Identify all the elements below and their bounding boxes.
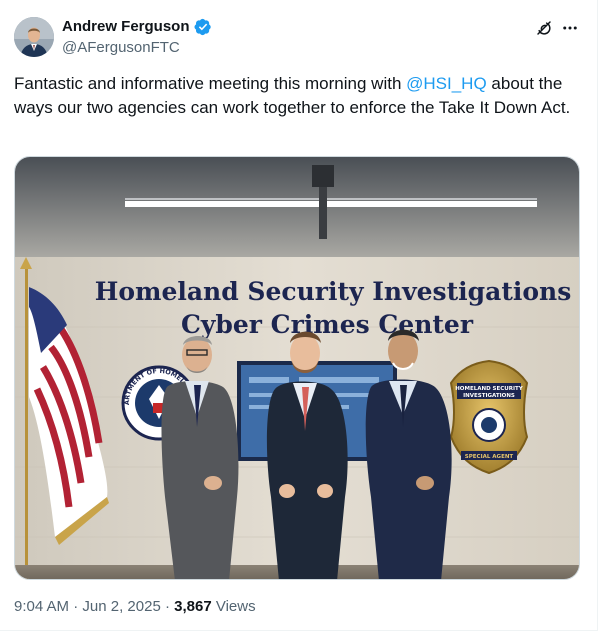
meta-separator: · bbox=[164, 598, 170, 615]
verified-badge-icon[interactable] bbox=[194, 18, 212, 36]
author-name-row: Andrew Ferguson bbox=[62, 17, 212, 37]
tweet-text-part: Fantastic and informative meeting this m… bbox=[14, 74, 407, 93]
badge-line1: HOMELAND SECURITY bbox=[455, 386, 524, 392]
wall-sign-line1: Homeland Security Investigations bbox=[95, 277, 572, 306]
grok-icon[interactable] bbox=[535, 19, 553, 37]
tweet-date: Jun 2, 2025 bbox=[82, 598, 161, 615]
views-label: Views bbox=[215, 598, 256, 615]
tweet-meta: 9:04 AM · Jun 2, 2025 · 3,867 Views bbox=[14, 597, 256, 617]
author-handle[interactable]: @AFergusonFTC bbox=[62, 38, 180, 58]
badge-line2: INVESTIGATIONS bbox=[463, 393, 515, 399]
badge-line3: SPECIAL AGENT bbox=[465, 454, 514, 460]
meta-separator: · bbox=[73, 598, 79, 615]
hsi-badge: HOMELAND SECURITY INVESTIGATIONS SPECIAL… bbox=[449, 359, 529, 475]
tweet-timestamp[interactable]: 9:04 AM · Jun 2, 2025 bbox=[14, 598, 161, 615]
tweet-time: 9:04 AM bbox=[14, 598, 70, 615]
wall-sign-line2: Cyber Crimes Center bbox=[181, 310, 474, 339]
tweet-text: Fantastic and informative meeting this m… bbox=[14, 72, 584, 120]
tweet-photo[interactable]: Homeland Security Investigations Cyber C… bbox=[14, 156, 580, 580]
author-display-name[interactable]: Andrew Ferguson bbox=[62, 17, 190, 37]
more-options-icon[interactable] bbox=[561, 19, 579, 37]
avatar-image bbox=[14, 17, 54, 57]
views-count: 3,867 bbox=[174, 598, 212, 615]
mention-link[interactable]: @HSI_HQ bbox=[406, 74, 487, 93]
photo-scene: Homeland Security Investigations Cyber C… bbox=[15, 157, 579, 579]
tweet-card: Andrew Ferguson @AFergusonFTC Fantastic … bbox=[0, 0, 598, 631]
avatar[interactable] bbox=[14, 17, 54, 57]
